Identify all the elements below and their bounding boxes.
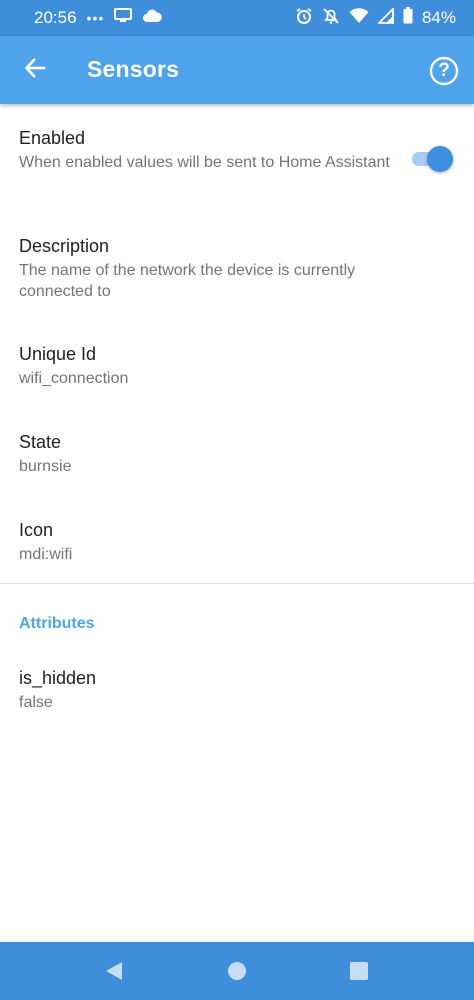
mute-icon — [322, 7, 340, 30]
navigation-bar — [0, 942, 474, 1000]
pref-summary: When enabled values will be sent to Home… — [19, 154, 390, 171]
back-button[interactable] — [18, 52, 52, 88]
battery-percent: 84% — [421, 8, 456, 27]
circle-home-icon — [226, 962, 248, 986]
pref-summary: wifi_connection — [19, 370, 129, 387]
status-bar: 20:56 ••• 84% — [0, 0, 474, 36]
cast-icon — [114, 8, 133, 28]
nav-recents-button[interactable] — [348, 960, 372, 984]
pref-description[interactable]: Description The name of the network the … — [19, 234, 409, 302]
wifi-icon — [349, 7, 369, 29]
page-title: Sensors — [87, 56, 180, 82]
pref-title: Enabled — [19, 128, 86, 148]
pref-title: State — [19, 432, 62, 452]
help-icon-glyph: ? — [438, 60, 450, 81]
cloud-icon — [142, 8, 163, 28]
attribute-is-hidden[interactable]: is_hidden false — [19, 666, 409, 713]
signal-icon — [376, 6, 394, 29]
status-time: 20:56 — [34, 8, 77, 27]
pref-summary: mdi:wifi — [19, 546, 73, 563]
app-bar: Sensors ? — [0, 36, 474, 104]
triangle-back-icon — [103, 962, 125, 986]
pref-title: is_hidden — [19, 668, 97, 688]
enabled-toggle[interactable] — [412, 146, 453, 172]
help-icon: ? — [429, 56, 459, 86]
pref-title: Unique Id — [19, 344, 97, 364]
square-recents-icon — [348, 962, 370, 986]
nav-home-button[interactable] — [226, 960, 250, 984]
pref-unique-id[interactable]: Unique Id wifi_connection — [19, 342, 409, 389]
pref-title: Icon — [19, 520, 54, 540]
divider — [0, 583, 474, 584]
pref-summary: false — [19, 694, 53, 711]
pref-state[interactable]: State burnsie — [19, 430, 409, 477]
help-button[interactable]: ? — [428, 55, 460, 87]
status-right: 84% — [295, 6, 456, 30]
status-left: 20:56 ••• — [34, 8, 163, 28]
attributes-header: Attributes — [19, 615, 95, 632]
notification-dots: ••• — [86, 10, 105, 26]
toggle-thumb — [427, 146, 453, 172]
pref-enabled[interactable]: Enabled When enabled values will be sent… — [19, 126, 409, 173]
battery-icon — [403, 7, 413, 29]
pref-summary: burnsie — [19, 458, 72, 475]
pref-icon[interactable]: Icon mdi:wifi — [19, 518, 409, 565]
nav-back-button[interactable] — [103, 960, 127, 984]
arrow-back-icon — [24, 57, 46, 84]
pref-title: Description — [19, 236, 110, 256]
pref-summary: The name of the network the device is cu… — [19, 262, 356, 300]
alarm-icon — [295, 7, 313, 30]
